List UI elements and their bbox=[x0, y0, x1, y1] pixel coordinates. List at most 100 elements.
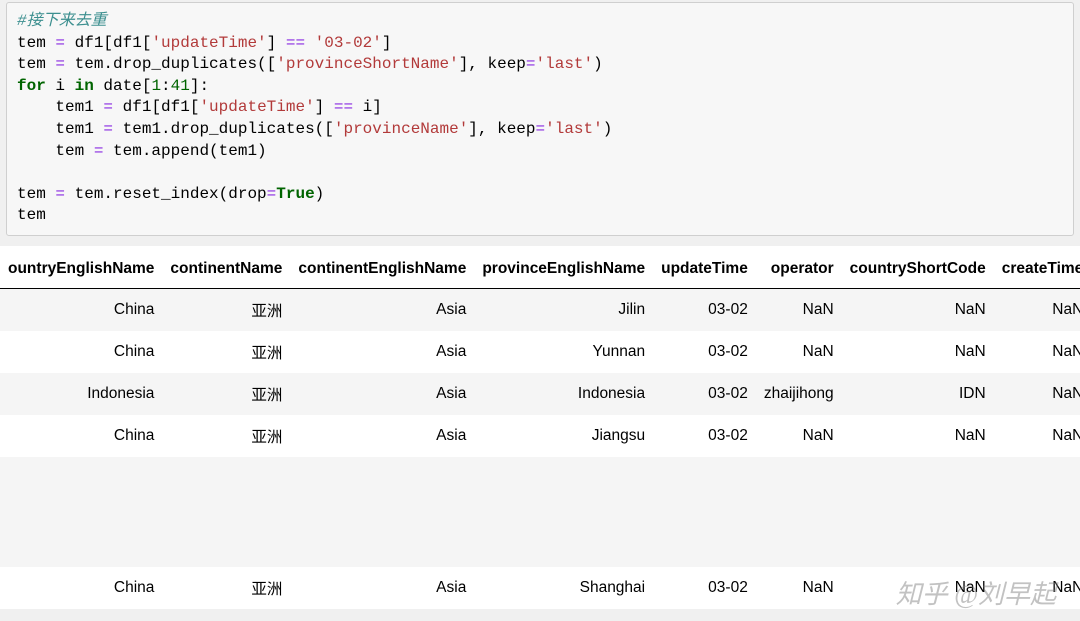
code-string: 'last' bbox=[536, 55, 594, 73]
cell bbox=[162, 457, 290, 567]
code-text: ]: bbox=[190, 77, 209, 95]
table-row-blank bbox=[0, 457, 1080, 567]
code-text: : bbox=[161, 77, 171, 95]
code-num: 41 bbox=[171, 77, 190, 95]
cell: NaN bbox=[994, 415, 1080, 457]
col-header: ountryEnglishName bbox=[0, 246, 162, 289]
code-op: = bbox=[94, 142, 104, 160]
code-text: tem1 bbox=[17, 120, 103, 138]
cell: NaN bbox=[994, 373, 1080, 415]
code-op: = bbox=[267, 185, 277, 203]
code-string: 'updateTime' bbox=[199, 98, 314, 116]
code-op: = bbox=[55, 185, 65, 203]
cell bbox=[290, 457, 474, 567]
code-text: tem bbox=[17, 142, 94, 160]
cell bbox=[653, 457, 756, 567]
cell: NaN bbox=[994, 331, 1080, 373]
cell: 03-02 bbox=[653, 415, 756, 457]
cell: NaN bbox=[756, 288, 842, 331]
cell: 03-02 bbox=[653, 331, 756, 373]
cell: NaN bbox=[994, 288, 1080, 331]
code-text: tem.reset_index(drop bbox=[65, 185, 267, 203]
code-op: == bbox=[286, 34, 305, 52]
code-text: tem.drop_duplicates([ bbox=[65, 55, 276, 73]
code-text: ] bbox=[315, 98, 334, 116]
cell: Asia bbox=[290, 288, 474, 331]
code-num: 1 bbox=[151, 77, 161, 95]
cell: NaN bbox=[756, 567, 842, 609]
code-text: tem bbox=[17, 206, 46, 224]
cell: 亚洲 bbox=[162, 288, 290, 331]
col-header: continentName bbox=[162, 246, 290, 289]
table-row: Indonesia 亚洲 Asia Indonesia 03-02 zhaiji… bbox=[0, 373, 1080, 415]
table-header-row: ountryEnglishName continentName continen… bbox=[0, 246, 1080, 289]
cell: NaN bbox=[842, 288, 994, 331]
cell: Indonesia bbox=[0, 373, 162, 415]
code-op: = bbox=[55, 55, 65, 73]
table-row: China 亚洲 Asia Jiangsu 03-02 NaN NaN NaN bbox=[0, 415, 1080, 457]
code-text: tem1.drop_duplicates([ bbox=[113, 120, 334, 138]
code-keyword: in bbox=[75, 77, 94, 95]
cell: China bbox=[0, 331, 162, 373]
code-op: = bbox=[103, 98, 113, 116]
cell: 亚洲 bbox=[162, 415, 290, 457]
table-row: China 亚洲 Asia Yunnan 03-02 NaN NaN NaN bbox=[0, 331, 1080, 373]
cell: 亚洲 bbox=[162, 373, 290, 415]
code-op: = bbox=[526, 55, 536, 73]
cell: NaN bbox=[842, 415, 994, 457]
cell: China bbox=[0, 567, 162, 609]
code-cell[interactable]: #接下来去重 tem = df1[df1['updateTime'] == '0… bbox=[6, 2, 1074, 236]
code-text: ) bbox=[593, 55, 603, 73]
col-header: updateTime bbox=[653, 246, 756, 289]
table-row: China 亚洲 Asia Jilin 03-02 NaN NaN NaN bbox=[0, 288, 1080, 331]
cell: zhaijihong bbox=[756, 373, 842, 415]
cell: Asia bbox=[290, 331, 474, 373]
col-header: continentEnglishName bbox=[290, 246, 474, 289]
table-row: China 亚洲 Asia Shanghai 03-02 NaN NaN NaN bbox=[0, 567, 1080, 609]
code-text: ], keep bbox=[459, 55, 526, 73]
code-text: ], keep bbox=[468, 120, 535, 138]
cell: 03-02 bbox=[653, 373, 756, 415]
cell: IDN bbox=[842, 373, 994, 415]
code-text: tem.append(tem1) bbox=[103, 142, 266, 160]
cell: Yunnan bbox=[474, 331, 653, 373]
cell: Asia bbox=[290, 373, 474, 415]
cell bbox=[756, 457, 842, 567]
col-header: operator bbox=[756, 246, 842, 289]
cell: NaN bbox=[756, 331, 842, 373]
cell: NaN bbox=[842, 567, 994, 609]
code-op: == bbox=[334, 98, 353, 116]
code-text: tem1 bbox=[17, 98, 103, 116]
code-text: i] bbox=[353, 98, 382, 116]
code-text: ] bbox=[382, 34, 392, 52]
cell: China bbox=[0, 288, 162, 331]
code-keyword: for bbox=[17, 77, 46, 95]
code-text: df1[df1[ bbox=[113, 98, 199, 116]
cell bbox=[994, 457, 1080, 567]
code-op: = bbox=[536, 120, 546, 138]
code-text: ) bbox=[315, 185, 325, 203]
cell: NaN bbox=[842, 331, 994, 373]
code-text: ) bbox=[603, 120, 613, 138]
code-op: = bbox=[103, 120, 113, 138]
cell bbox=[842, 457, 994, 567]
code-string: 'last' bbox=[545, 120, 603, 138]
cell: Shanghai bbox=[474, 567, 653, 609]
cell: Jiangsu bbox=[474, 415, 653, 457]
code-text: tem bbox=[17, 185, 55, 203]
code-text: date[ bbox=[94, 77, 152, 95]
col-header: createTime bbox=[994, 246, 1080, 289]
cell: Indonesia bbox=[474, 373, 653, 415]
dataframe-table: ountryEnglishName continentName continen… bbox=[0, 246, 1080, 609]
cell: Asia bbox=[290, 567, 474, 609]
cell: Jilin bbox=[474, 288, 653, 331]
cell: 03-02 bbox=[653, 567, 756, 609]
col-header: countryShortCode bbox=[842, 246, 994, 289]
dataframe-output[interactable]: ountryEnglishName continentName continen… bbox=[0, 246, 1080, 609]
cell bbox=[474, 457, 653, 567]
cell: NaN bbox=[756, 415, 842, 457]
code-text: tem bbox=[17, 34, 55, 52]
code-comment: #接下来去重 bbox=[17, 12, 107, 30]
code-string: 'updateTime' bbox=[151, 34, 266, 52]
cell bbox=[0, 457, 162, 567]
